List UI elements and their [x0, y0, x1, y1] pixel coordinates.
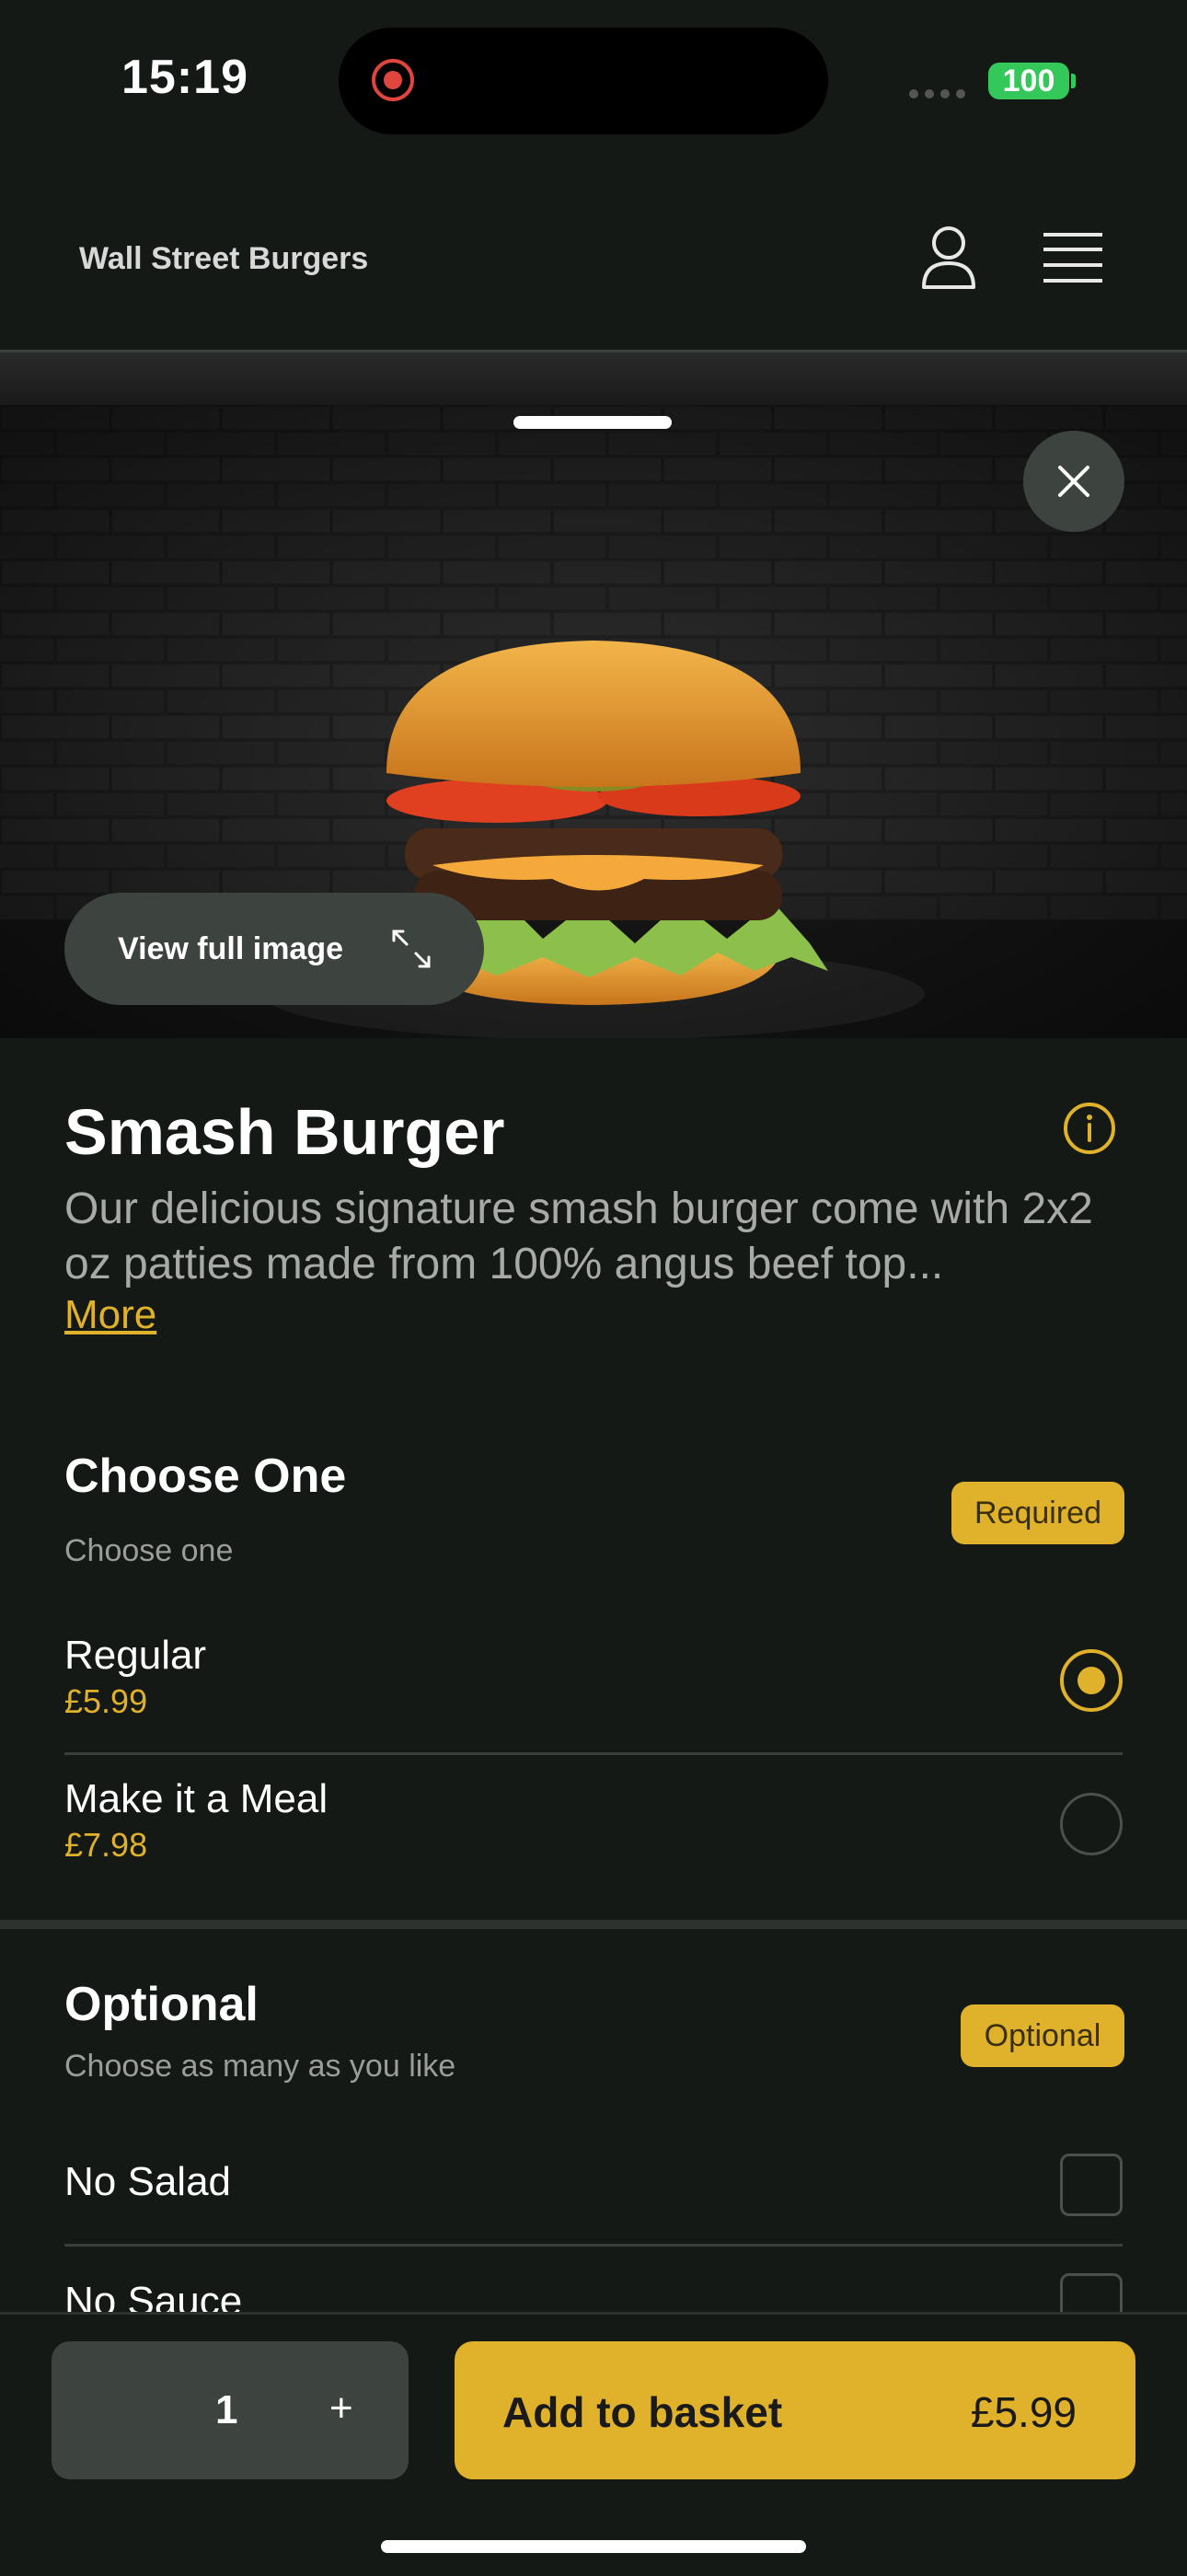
option-regular[interactable]: Regular £5.99: [64, 1633, 206, 1721]
radio-regular[interactable]: [1060, 1649, 1123, 1712]
background-image-peek: [0, 352, 1187, 406]
add-to-basket-price: £5.99: [970, 2388, 1077, 2436]
increment-button[interactable]: +: [329, 2385, 353, 2432]
option-make-it-a-meal[interactable]: Make it a Meal £7.98: [64, 1776, 328, 1865]
option-price: £7.98: [64, 1826, 148, 1864]
optional-subtitle: Choose as many as you like: [64, 2049, 456, 2084]
optional-title: Optional: [64, 1978, 259, 2031]
more-link[interactable]: More: [64, 1292, 156, 1338]
view-full-image-button[interactable]: View full image: [64, 893, 484, 1005]
option-price: £5.99: [64, 1682, 148, 1720]
quantity-value: 1: [215, 2387, 238, 2432]
signal-icon: [909, 87, 972, 103]
option-divider: [64, 2244, 1123, 2247]
required-badge: Required: [951, 1482, 1124, 1544]
menu-icon[interactable]: [1043, 232, 1102, 283]
option-no-salad[interactable]: No Salad: [64, 2159, 231, 2205]
checkbox-no-salad[interactable]: [1060, 2154, 1123, 2216]
sheet-drag-handle[interactable]: [513, 416, 672, 429]
view-full-image-label: View full image: [118, 931, 344, 966]
expand-icon: [392, 930, 431, 968]
choose-one-subtitle: Choose one: [64, 1533, 234, 1568]
product-title: Smash Burger: [64, 1096, 505, 1168]
user-icon[interactable]: [920, 225, 977, 291]
battery-icon: 100: [988, 63, 1069, 99]
status-time: 15:19: [121, 51, 248, 104]
brand-name[interactable]: Wall Street Burgers: [79, 241, 368, 277]
option-name: Make it a Meal: [64, 1776, 328, 1821]
add-to-basket-button[interactable]: Add to basket £5.99: [455, 2341, 1135, 2479]
close-icon: [1058, 466, 1089, 497]
radio-make-it-a-meal[interactable]: [1060, 1793, 1123, 1855]
close-button[interactable]: [1023, 431, 1124, 532]
recording-indicator-icon: [372, 59, 414, 101]
choose-one-title: Choose One: [64, 1450, 347, 1503]
info-icon[interactable]: [1062, 1101, 1117, 1156]
optional-badge: Optional: [961, 2004, 1124, 2067]
battery-nub: [1071, 74, 1076, 88]
option-divider: [64, 1752, 1123, 1755]
section-separator: [0, 1920, 1187, 1929]
home-indicator[interactable]: [381, 2540, 806, 2553]
product-description: Our delicious signature smash burger com…: [64, 1184, 1093, 1288]
add-to-basket-label: Add to basket: [502, 2388, 783, 2436]
option-name: Regular: [64, 1633, 207, 1678]
quantity-stepper[interactable]: 1 +: [52, 2341, 409, 2479]
